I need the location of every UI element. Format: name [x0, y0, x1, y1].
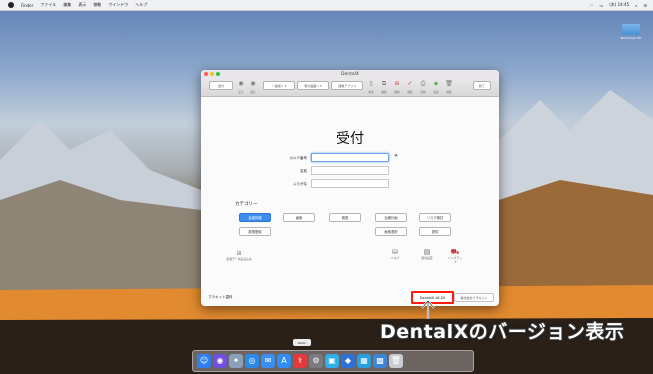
dentalx-icon[interactable]: ⚕ — [293, 354, 307, 368]
siri-icon[interactable]: ◉ — [213, 354, 227, 368]
name-input[interactable] — [311, 166, 389, 175]
settings-label: 環境設定 — [421, 256, 433, 260]
reception-dropdown[interactable]: 受付画面へ ▾ — [297, 81, 329, 90]
duplicate-icon[interactable]: ⧉ — [380, 80, 388, 88]
print-icon[interactable]: ⎙ — [419, 80, 427, 88]
app1-icon[interactable]: ▣ — [325, 354, 339, 368]
backup-icon: ⛟ — [450, 248, 460, 256]
check-icon[interactable]: ✓ — [406, 80, 414, 88]
app2-icon[interactable]: ◆ — [341, 354, 355, 368]
mail-icon[interactable]: ✉ — [261, 354, 275, 368]
category-provide[interactable]: 提供 — [419, 227, 451, 236]
dentalx-window: DentalX 送付 ◉ 戻る ◉ 進む 一般案へ ▾ 受付画面へ ▾ 運動アプ… — [201, 70, 499, 306]
import-icon: ⊞ — [236, 250, 242, 257]
general-dropdown[interactable]: 一般案へ ▾ — [263, 81, 295, 90]
general-dropdown-label: 一般案へ — [271, 83, 284, 88]
safari-icon[interactable]: ◎ — [245, 354, 259, 368]
delete-icon[interactable]: ⊖ — [393, 80, 401, 88]
category-title: カテゴリー — [235, 202, 258, 207]
save-icon[interactable]: ◈ — [432, 80, 440, 88]
category-image-select[interactable]: 画像選択 — [375, 227, 407, 236]
settings-icon: ▤ — [423, 248, 431, 256]
backup-label: バックアップ — [448, 256, 462, 264]
title-bar[interactable]: DentalX — [201, 70, 499, 78]
dock: ☺ ◉ ✦ ◎ ✉ A ⚕ ⚙ ▣ ◆ ▦ ▩ 🗑 — [192, 350, 474, 372]
settings-button[interactable]: ▤ 環境設定 — [419, 248, 435, 260]
chart-number-label: カルテ番号 — [289, 156, 308, 160]
hard-drive-label: Macintosh HD — [620, 36, 642, 40]
forward-icon[interactable]: ◉ — [249, 80, 257, 88]
notification-icon[interactable]: ☰ — [643, 3, 647, 8]
menu-view[interactable]: 表示 — [78, 2, 86, 8]
menu-bar: Finder ファイル 編集 表示 移動 ウインドウ ヘルプ ◠ ▭ (木) 1… — [0, 0, 653, 11]
print-label: 印刷 — [420, 91, 426, 94]
backup-button[interactable]: ⛟ バックアップ — [447, 248, 463, 264]
menu-file[interactable]: ファイル — [40, 2, 56, 8]
forward-label: 進む — [250, 91, 256, 94]
category-patient-info[interactable]: 患者情報 — [239, 213, 271, 222]
menu-help[interactable]: ヘルプ — [135, 2, 147, 8]
finish-button[interactable]: 終了 — [473, 81, 491, 90]
page-title: 受付 — [336, 131, 364, 147]
dock-tooltip: Safari — [293, 339, 311, 346]
trash-label: 削除 — [446, 91, 452, 94]
hard-drive-icon[interactable]: Macintosh HD — [620, 24, 642, 41]
furigana-input[interactable] — [311, 179, 389, 188]
company-button[interactable]: 株式会社ブラキット — [454, 293, 494, 302]
search-icon[interactable]: ✈ — [393, 153, 399, 159]
menu-finder[interactable]: Finder — [21, 3, 33, 8]
import-label: 患者データ読み込み — [226, 257, 252, 261]
furigana-label: ふりがな — [293, 182, 307, 186]
wifi-icon[interactable]: ◠ — [590, 3, 594, 8]
window-title: DentalX — [341, 71, 359, 77]
category-image[interactable]: 画像 — [283, 213, 315, 222]
help-button[interactable]: ⛁ ヘルプ — [387, 248, 403, 260]
launchpad-icon[interactable]: ✦ — [229, 354, 243, 368]
appstore-icon[interactable]: A — [277, 354, 291, 368]
search-icon[interactable]: ⌕ — [635, 3, 637, 8]
battery-icon[interactable]: ▭ — [599, 3, 603, 8]
category-new-registration[interactable]: 新規登録 — [239, 227, 271, 236]
category-treatment-plan[interactable]: 治療計画 — [375, 213, 407, 222]
back-icon[interactable]: ◉ — [237, 80, 245, 88]
preferences-icon[interactable]: ⚙ — [309, 354, 323, 368]
help-label: ヘルプ — [390, 256, 400, 260]
patient-import[interactable]: ⊞ 患者データ読み込み — [219, 250, 259, 261]
exercise-dropdown[interactable]: 運動アプリ ▾ — [331, 81, 363, 90]
drive-icon — [622, 24, 640, 35]
version-annotation: DentalXのバージョン表示 — [380, 321, 625, 343]
send-button[interactable]: 送付 — [209, 81, 233, 90]
menu-edit[interactable]: 編集 — [63, 2, 71, 8]
save-label: 設定 — [433, 91, 439, 94]
trash-icon[interactable]: 🗑 — [389, 354, 403, 368]
clinic-label: ブラキット歯科 — [208, 295, 233, 299]
app3-icon[interactable]: ▦ — [357, 354, 371, 368]
trash-icon[interactable]: 🗑 — [445, 80, 453, 88]
chart-number-input[interactable] — [311, 153, 389, 162]
clock[interactable]: (木) 14:45 — [609, 2, 629, 8]
menu-window[interactable]: ウインドウ — [108, 2, 128, 8]
exercise-dropdown-label: 運動アプリ — [338, 83, 354, 88]
menu-go[interactable]: 移動 — [93, 2, 101, 8]
check-label: 検索 — [407, 91, 413, 94]
toolbar: 送付 ◉ 戻る ◉ 進む 一般案へ ▾ 受付画面へ ▾ 運動アプリ ▾ ▯ 新規… — [201, 78, 499, 97]
new-icon[interactable]: ▯ — [367, 80, 375, 88]
reception-dropdown-label: 受付画面へ — [304, 83, 320, 88]
duplicate-label: 複製 — [381, 91, 387, 94]
category-risk[interactable]: リスク検討 — [419, 213, 451, 222]
apple-icon[interactable] — [8, 2, 14, 8]
name-label: 名前 — [300, 169, 307, 173]
app4-icon[interactable]: ▩ — [373, 354, 387, 368]
finder-icon[interactable]: ☺ — [197, 354, 211, 368]
category-exam[interactable]: 検査 — [329, 213, 361, 222]
delete-label: 削除 — [394, 91, 400, 94]
back-label: 戻る — [238, 91, 244, 94]
new-label: 新規 — [368, 91, 374, 94]
help-icon: ⛁ — [392, 248, 398, 256]
